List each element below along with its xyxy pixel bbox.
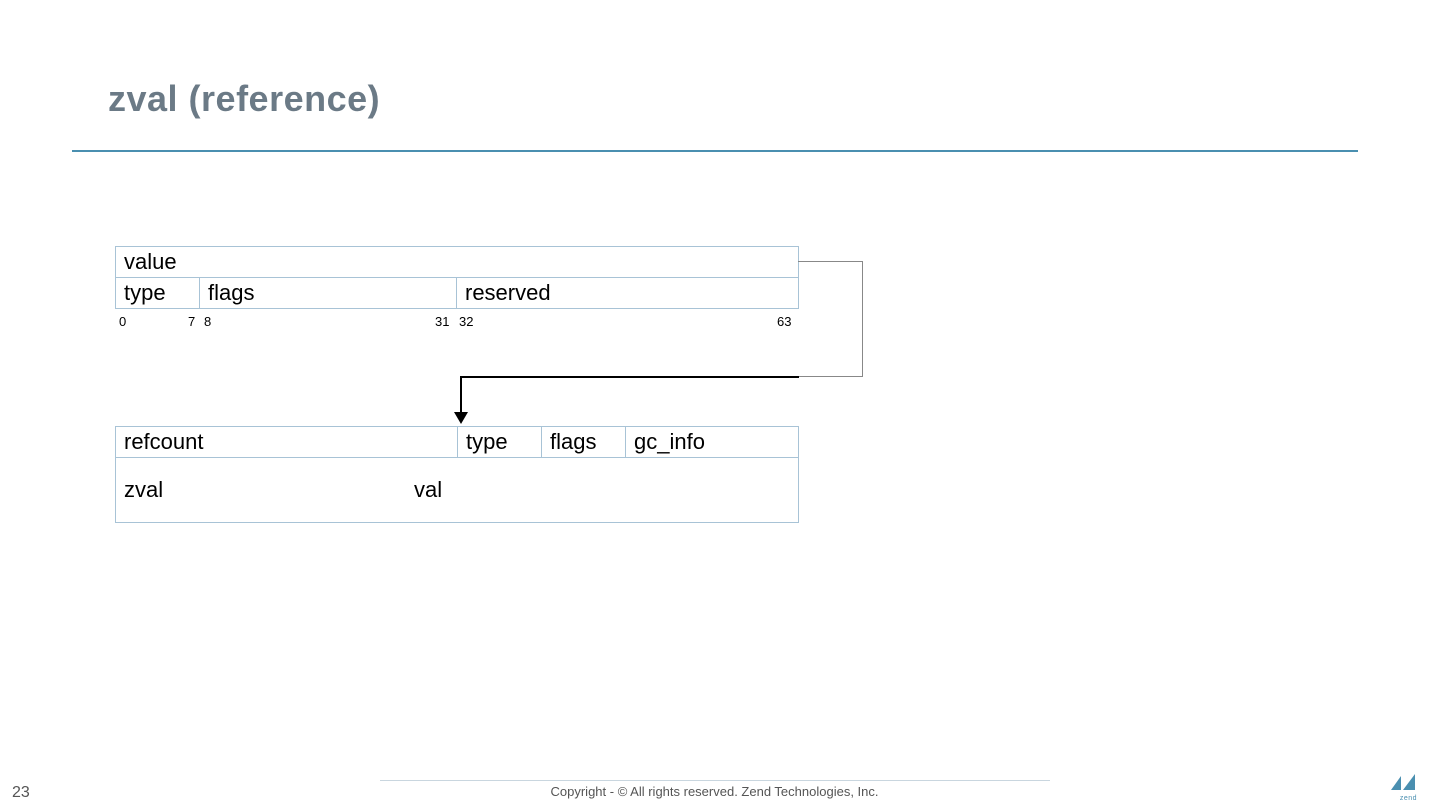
bit-0: 0 — [119, 314, 126, 329]
cell-gcinfo: gc_info — [625, 426, 799, 458]
cell-refcount: refcount — [115, 426, 458, 458]
label-zval: zval — [124, 477, 414, 503]
zend-logo-text: zend — [1400, 795, 1417, 802]
cell-type-2: type — [457, 426, 542, 458]
bit-32: 32 — [459, 314, 473, 329]
arrow-horizontal — [460, 376, 799, 378]
pointer-box — [798, 261, 863, 377]
zval-diagram: value type flags reserved 0 7 8 31 32 63… — [115, 246, 865, 546]
bit-8: 8 — [204, 314, 211, 329]
zend-logo-icon — [1389, 772, 1417, 796]
cell-value: value — [115, 246, 799, 278]
footer-copyright: Copyright - © All rights reserved. Zend … — [0, 784, 1429, 799]
arrowhead-down-icon — [454, 412, 468, 424]
slide-title: zval (reference) — [108, 78, 380, 120]
cell-reserved: reserved — [456, 277, 799, 309]
label-val: val — [414, 477, 442, 503]
bit-31: 31 — [435, 314, 449, 329]
arrow-vertical — [460, 376, 462, 416]
title-rule — [72, 150, 1358, 152]
bit-7: 7 — [188, 314, 195, 329]
cell-zval-val: zval val — [115, 457, 799, 523]
cell-type: type — [115, 277, 200, 309]
footer-rule — [380, 780, 1050, 781]
cell-flags: flags — [199, 277, 457, 309]
cell-flags-2: flags — [541, 426, 626, 458]
bit-63: 63 — [777, 314, 791, 329]
